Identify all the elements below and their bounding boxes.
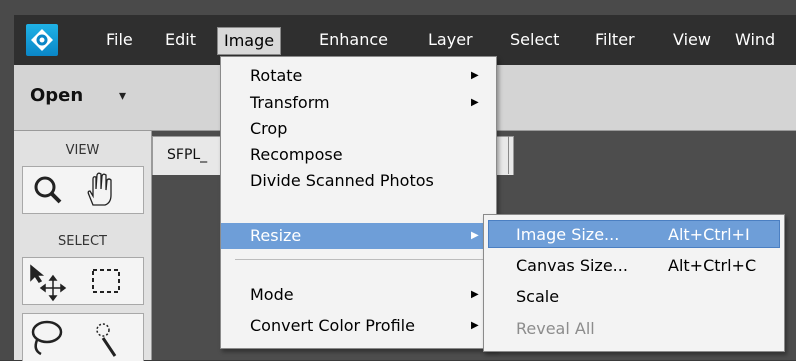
menu-item-label: Reveal All bbox=[516, 319, 595, 338]
select-section-label: SELECT bbox=[58, 234, 107, 249]
lasso-icon[interactable] bbox=[31, 320, 63, 356]
submenu-arrow-icon: ▶ bbox=[471, 70, 479, 81]
lasso-tools-group bbox=[22, 313, 144, 361]
view-tools-group bbox=[22, 166, 144, 214]
menu-item-label: Crop bbox=[250, 119, 288, 138]
marquee-icon[interactable] bbox=[92, 269, 120, 293]
menu-enhance[interactable]: Enhance bbox=[319, 30, 388, 50]
shortcut-label: Alt+Ctrl+C bbox=[668, 256, 757, 275]
menu-file[interactable]: File bbox=[106, 30, 133, 50]
quick-selection-icon[interactable] bbox=[96, 323, 117, 357]
menu-item-label: Recompose bbox=[250, 145, 343, 164]
menu-item-image-size[interactable]: Image Size... Alt+Ctrl+I bbox=[488, 220, 780, 248]
image-menu-dropdown: Rotate ▶ Transform ▶ Crop Recompose Divi… bbox=[220, 56, 497, 349]
menu-item-label: Transform bbox=[250, 93, 330, 112]
menu-item-recompose[interactable]: Recompose bbox=[221, 142, 496, 168]
menu-item-label: Scale bbox=[516, 287, 560, 306]
menu-view[interactable]: View bbox=[673, 30, 711, 50]
document-tab-label: SFPL_ bbox=[167, 147, 208, 163]
zoom-icon[interactable] bbox=[34, 176, 62, 204]
resize-submenu: Image Size... Alt+Ctrl+I Canvas Size... … bbox=[483, 214, 785, 352]
menu-item-convert-color-profile[interactable]: Convert Color Profile ▶ bbox=[221, 313, 496, 339]
menu-item-transform[interactable]: Transform ▶ bbox=[221, 90, 496, 116]
menu-item-canvas-size[interactable]: Canvas Size... Alt+Ctrl+C bbox=[484, 252, 784, 280]
menu-item-scale[interactable]: Scale bbox=[484, 283, 784, 311]
menu-separator bbox=[235, 259, 490, 260]
menu-layer[interactable]: Layer bbox=[428, 30, 473, 50]
menu-item-divide-scanned-photos[interactable]: Divide Scanned Photos bbox=[221, 168, 496, 194]
hand-icon[interactable] bbox=[87, 172, 112, 206]
submenu-arrow-icon: ▶ bbox=[471, 97, 479, 108]
menu-edit[interactable]: Edit bbox=[165, 30, 196, 50]
move-icon[interactable] bbox=[30, 264, 67, 302]
menu-item-label: Resize bbox=[250, 226, 302, 245]
submenu-arrow-icon: ▶ bbox=[471, 320, 479, 331]
open-dropdown-arrow[interactable]: ▾ bbox=[119, 88, 126, 104]
menu-item-label: Canvas Size... bbox=[516, 256, 628, 275]
menu-item-resize[interactable]: Resize ▶ bbox=[221, 223, 496, 249]
menu-item-crop[interactable]: Crop bbox=[221, 116, 496, 142]
menu-item-reveal-all: Reveal All bbox=[484, 315, 784, 343]
app-logo-icon[interactable] bbox=[26, 24, 58, 56]
submenu-arrow-icon: ▶ bbox=[471, 230, 479, 241]
app-window: File Edit Image Enhance Layer Select Fil… bbox=[0, 0, 796, 361]
shortcut-label: Alt+Ctrl+I bbox=[668, 225, 750, 244]
submenu-arrow-icon: ▶ bbox=[471, 289, 479, 300]
view-section-label: VIEW bbox=[65, 143, 100, 158]
menu-item-rotate[interactable]: Rotate ▶ bbox=[221, 63, 496, 89]
select-tools-group bbox=[22, 257, 144, 305]
menu-item-label: Image Size... bbox=[516, 225, 620, 244]
menu-filter[interactable]: Filter bbox=[595, 30, 635, 50]
menu-item-label: Divide Scanned Photos bbox=[250, 171, 434, 190]
menu-item-label: Convert Color Profile bbox=[250, 316, 415, 335]
tools-panel: VIEW SELECT bbox=[14, 131, 152, 361]
menu-window[interactable]: Wind bbox=[735, 30, 775, 50]
menu-select[interactable]: Select bbox=[510, 30, 559, 50]
tab-divider bbox=[508, 136, 509, 174]
menu-item-mode[interactable]: Mode ▶ bbox=[221, 282, 496, 308]
menu-item-label: Mode bbox=[250, 285, 294, 304]
menu-item-label: Rotate bbox=[250, 66, 303, 85]
open-button[interactable]: Open bbox=[30, 85, 83, 106]
menu-image[interactable]: Image bbox=[217, 27, 282, 55]
